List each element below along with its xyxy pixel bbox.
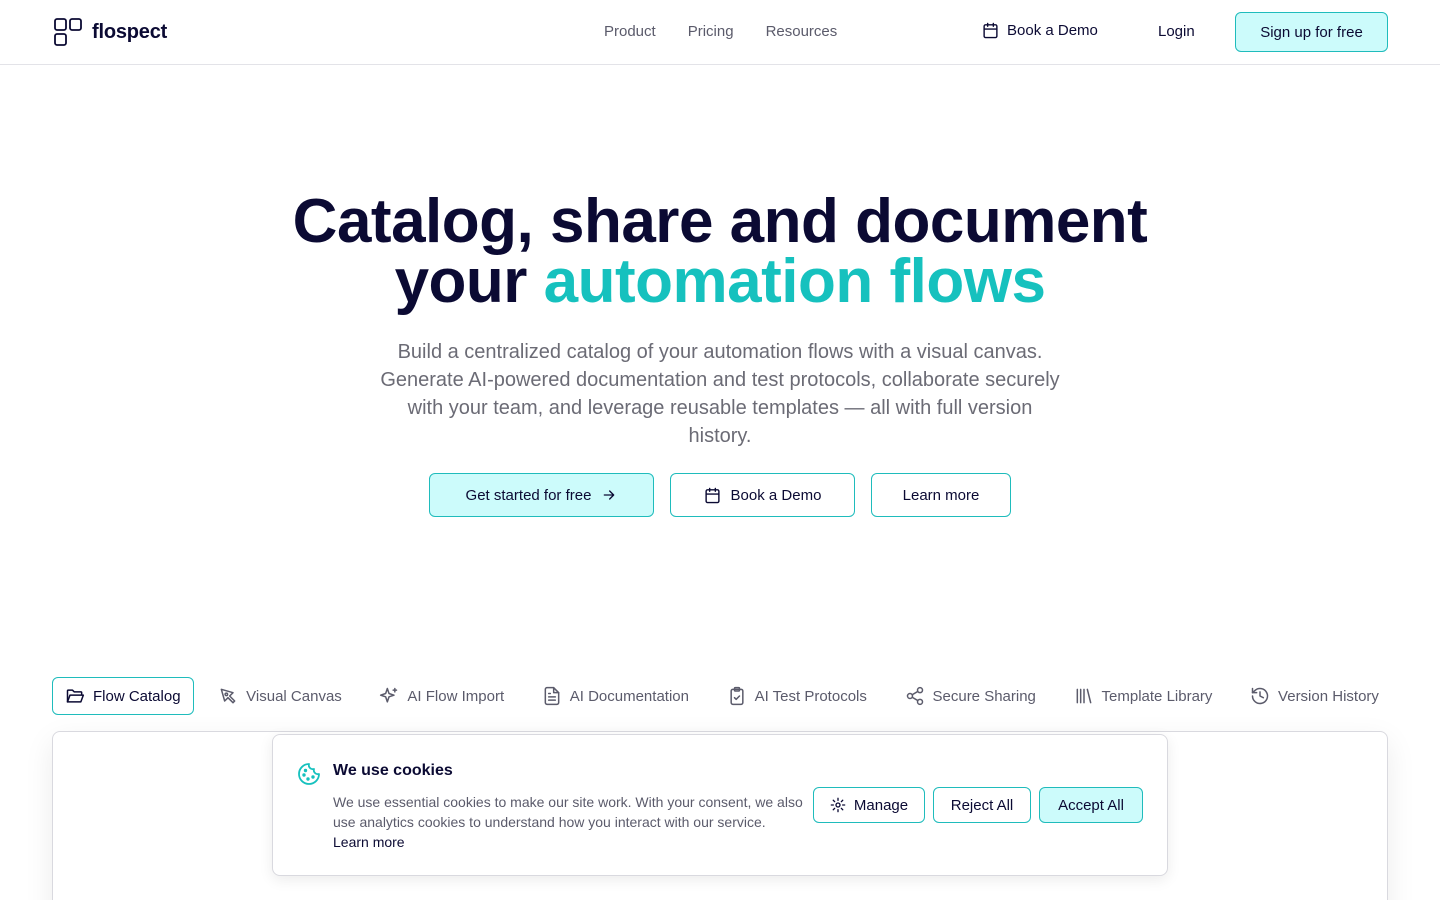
gear-icon bbox=[830, 797, 846, 813]
cookie-description: We use essential cookies to make our sit… bbox=[333, 794, 803, 830]
tab-flow-catalog[interactable]: Flow Catalog bbox=[52, 677, 194, 715]
file-text-icon bbox=[544, 686, 560, 706]
tab-label: Template Library bbox=[1101, 687, 1213, 705]
brand-name: flospect bbox=[92, 20, 168, 43]
cookie-icon bbox=[298, 763, 320, 785]
hero-title-plain: your bbox=[394, 247, 528, 316]
sparkles-icon bbox=[380, 687, 398, 703]
header-book-demo-button[interactable]: Book a Demo bbox=[982, 22, 1098, 39]
logo-icon bbox=[54, 18, 82, 46]
tab-ai-flow-import[interactable]: AI Flow Import bbox=[366, 677, 517, 715]
main-nav: Product Pricing Resources bbox=[604, 23, 837, 40]
hero-book-demo-button[interactable]: Book a Demo bbox=[670, 473, 855, 517]
tab-ai-documentation[interactable]: AI Documentation bbox=[529, 677, 702, 715]
hero-title-accent: automation flows bbox=[543, 247, 1046, 316]
nav-resources[interactable]: Resources bbox=[766, 23, 838, 40]
hero-cta-row: Get started for free Book a Demo Learn m… bbox=[429, 473, 1011, 517]
login-link[interactable]: Login bbox=[1158, 23, 1195, 40]
tab-label: AI Documentation bbox=[569, 687, 689, 705]
tab-label: Secure Sharing bbox=[932, 687, 1036, 705]
reject-all-button[interactable]: Reject All bbox=[933, 787, 1031, 823]
library-icon bbox=[1076, 688, 1091, 704]
hero-book-demo-label: Book a Demo bbox=[730, 486, 822, 504]
clipboard-check-icon bbox=[730, 686, 744, 706]
tab-label: AI Test Protocols bbox=[754, 687, 867, 705]
cookie-text: We use essential cookies to make our sit… bbox=[333, 792, 803, 852]
cookie-learn-more-link[interactable]: Learn more bbox=[333, 834, 405, 850]
tab-secure-sharing[interactable]: Secure Sharing bbox=[892, 677, 1049, 715]
arrow-right-icon bbox=[604, 490, 615, 500]
feature-tabs: Flow Catalog Visual Canvas AI Flow Impor… bbox=[52, 677, 1392, 715]
tab-visual-canvas[interactable]: Visual Canvas bbox=[205, 677, 355, 715]
tab-label: Version History bbox=[1278, 687, 1379, 705]
hero-subtitle: Build a centralized catalog of your auto… bbox=[380, 341, 1060, 447]
accept-all-button[interactable]: Accept All bbox=[1039, 787, 1143, 823]
tab-ai-test-protocols[interactable]: AI Test Protocols bbox=[714, 677, 880, 715]
share-icon bbox=[906, 686, 923, 706]
learn-more-button[interactable]: Learn more bbox=[871, 473, 1011, 517]
hero-title: Catalog, share and document your automat… bbox=[0, 191, 1440, 313]
nav-pricing[interactable]: Pricing bbox=[688, 23, 734, 40]
site-header: flospect Product Pricing Resources Book … bbox=[0, 0, 1440, 65]
tab-label: AI Flow Import bbox=[407, 687, 505, 705]
tab-label: Flow Catalog bbox=[93, 687, 181, 705]
tab-label: Visual Canvas bbox=[246, 687, 342, 705]
calendar-icon bbox=[704, 487, 720, 503]
manage-label: Manage bbox=[853, 796, 909, 814]
cookie-actions: Manage Reject All Accept All bbox=[813, 787, 1143, 823]
brand-logo[interactable]: flospect bbox=[54, 18, 167, 46]
signup-button[interactable]: Sign up for free bbox=[1235, 12, 1388, 52]
manage-cookies-button[interactable]: Manage bbox=[813, 787, 925, 823]
cookie-banner: We use cookies We use essential cookies … bbox=[272, 734, 1168, 876]
pen-tool-icon bbox=[220, 688, 236, 704]
cookie-title: We use cookies bbox=[333, 762, 453, 779]
calendar-icon bbox=[983, 22, 998, 39]
hero-title-line1: Catalog, share and document bbox=[292, 187, 1148, 256]
history-icon bbox=[1251, 687, 1269, 705]
tab-version-history[interactable]: Version History bbox=[1237, 677, 1392, 715]
nav-product[interactable]: Product bbox=[604, 23, 656, 40]
folder-open-icon bbox=[66, 689, 85, 703]
get-started-label: Get started for free bbox=[465, 486, 592, 504]
tab-template-library[interactable]: Template Library bbox=[1061, 677, 1226, 715]
get-started-button[interactable]: Get started for free bbox=[429, 473, 654, 517]
header-book-demo-label: Book a Demo bbox=[1007, 22, 1098, 39]
